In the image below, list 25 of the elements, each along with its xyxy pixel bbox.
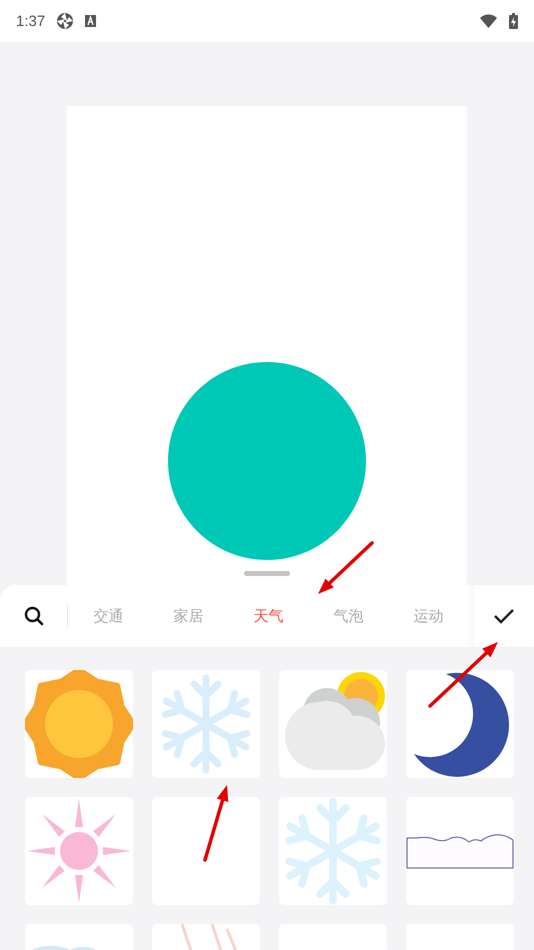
sticker-tile[interactable] [279,670,387,778]
sticker-tile[interactable] [25,797,133,905]
battery-icon [509,13,518,29]
sticker-tile[interactable] [152,797,260,905]
sticker-tile[interactable] [152,670,260,778]
sticker-tile[interactable] [406,797,514,905]
checkmark-icon [493,608,516,624]
search-icon [24,606,44,626]
category-tab[interactable]: 交通 [68,585,148,647]
category-tab[interactable]: 天气 [228,585,308,647]
annotation-arrow [428,642,498,708]
sticker-tile[interactable] [279,797,387,905]
status-time: 1:37 [16,12,46,30]
cloud-outline-icon [406,833,514,869]
sticker-tile[interactable] [25,670,133,778]
category-tab[interactable]: 气泡 [308,585,388,647]
sun-icon [25,670,133,778]
drag-handle[interactable] [244,571,290,576]
keyboard-icon [85,15,96,27]
aperture-icon [57,13,74,29]
wifi-icon [480,14,497,28]
annotation-arrow [318,541,374,594]
category-tab[interactable]: 运动 [388,585,468,647]
category-tab[interactable]: 家居 [148,585,228,647]
sticker-tile[interactable] [406,670,514,778]
